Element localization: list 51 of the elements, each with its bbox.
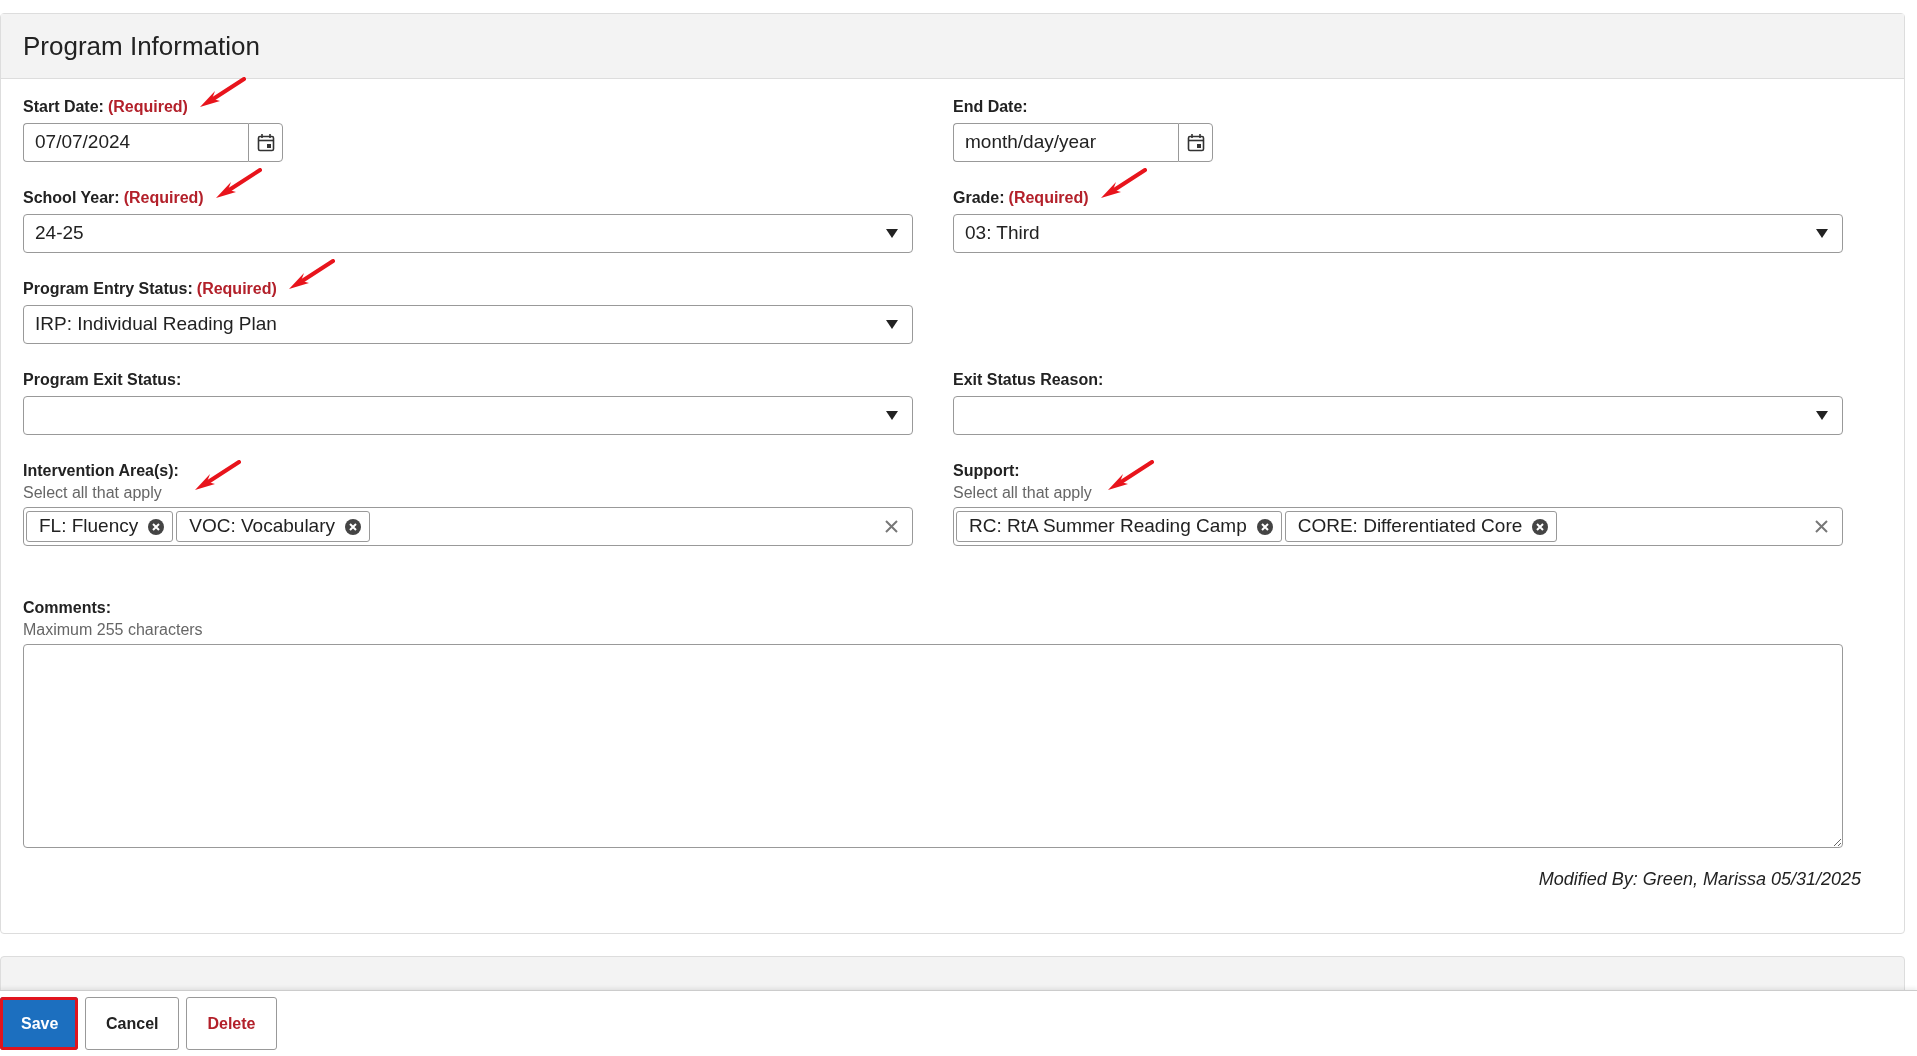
remove-icon[interactable] xyxy=(1256,518,1273,535)
field-label: End Date: xyxy=(953,97,1028,117)
comments-field[interactable] xyxy=(23,644,1843,848)
remove-icon[interactable] xyxy=(148,518,165,535)
calendar-button[interactable] xyxy=(1178,123,1213,162)
calendar-icon xyxy=(256,133,275,152)
remove-icon[interactable] xyxy=(1532,518,1549,535)
multi-select-field[interactable]: FL: Fluency VOC: Vocabulary xyxy=(23,507,913,546)
tag-label: RC: RtA Summer Reading Camp xyxy=(969,514,1247,539)
date-field[interactable]: 07/07/2024 xyxy=(23,123,248,162)
required-label: (Required) xyxy=(123,188,204,208)
field-label: Program Exit Status: xyxy=(23,370,182,390)
clear-icon[interactable] xyxy=(1815,520,1828,533)
date-field[interactable]: month/day/year xyxy=(953,123,1178,162)
delete-button[interactable]: Delete xyxy=(186,997,277,1050)
multi-select-field[interactable]: RC: RtA Summer Reading Camp CORE: Differentiated Core xyxy=(953,507,1843,546)
tag-label: VOC: Vocabulary xyxy=(189,514,335,539)
required-label: (Required) xyxy=(196,279,277,299)
caret-icon xyxy=(886,320,898,329)
caret-icon xyxy=(1816,229,1828,238)
select-field[interactable] xyxy=(953,396,1843,435)
section-title: Program Information xyxy=(23,29,260,63)
calendar-button[interactable] xyxy=(248,123,283,162)
field-label: Exit Status Reason: xyxy=(953,370,1104,390)
caret-icon xyxy=(886,411,898,420)
calendar-icon xyxy=(1186,133,1205,152)
field-label: Start Date: xyxy=(23,97,104,117)
save-button[interactable]: Save xyxy=(0,997,78,1050)
required-label: (Required) xyxy=(107,97,188,117)
hint-text: Maximum 255 characters xyxy=(23,620,204,640)
field-label: Support: xyxy=(953,461,1020,481)
caret-icon xyxy=(1816,411,1828,420)
hint-text: Select all that apply xyxy=(23,483,163,503)
select-field[interactable] xyxy=(23,396,913,435)
clear-icon[interactable] xyxy=(885,520,898,533)
field-label: Program Entry Status: xyxy=(23,279,193,299)
field-label: School Year: xyxy=(23,188,120,208)
field-label: Comments: xyxy=(23,598,111,618)
select-field[interactable]: 24-25 xyxy=(23,214,913,253)
tag-label: FL: Fluency xyxy=(39,514,139,539)
field-label: Grade: xyxy=(953,188,1005,208)
select-field[interactable]: IRP: Individual Reading Plan xyxy=(23,305,913,344)
cancel-button[interactable]: Cancel xyxy=(85,997,180,1050)
caret-icon xyxy=(886,229,898,238)
field-label: Intervention Area(s): xyxy=(23,461,179,481)
remove-icon[interactable] xyxy=(345,518,361,535)
modified-by-text: Modified By: Green, Marissa 05/31/2025 xyxy=(1538,869,1861,889)
required-label: (Required) xyxy=(1008,188,1089,208)
tag-label: CORE: Differentiated Core xyxy=(1297,514,1523,539)
select-field[interactable]: 03: Third xyxy=(953,214,1843,253)
hint-text: Select all that apply xyxy=(953,483,1092,503)
